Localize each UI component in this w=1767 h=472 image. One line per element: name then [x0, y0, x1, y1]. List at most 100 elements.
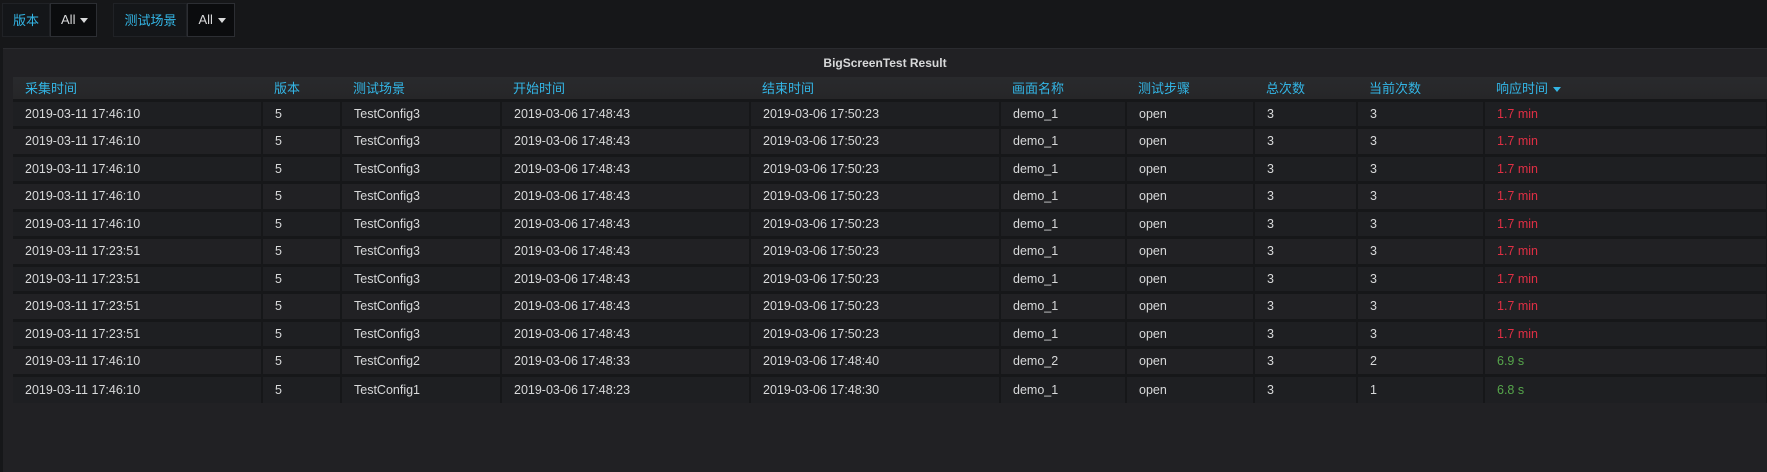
column-header-label: 结束时间: [762, 81, 815, 97]
table-cell: 3: [1254, 373, 1358, 403]
table-cell: 2019-03-06 17:48:23: [501, 373, 751, 403]
table-cell: 5: [262, 373, 342, 403]
table-cell: open: [1126, 208, 1255, 238]
panel-title[interactable]: BigScreenTest Result: [3, 49, 1767, 77]
table-cell: TestConfig3: [341, 153, 502, 183]
table-cell: 3: [1254, 208, 1358, 238]
table-cell: 1.7 min: [1484, 98, 1767, 128]
table-cell: 2019-03-06 17:48:30: [750, 373, 1001, 403]
table-cell: demo_1: [1000, 318, 1127, 348]
table-cell: 2019-03-11 17:46:10: [13, 98, 263, 128]
table-cell: 5: [262, 263, 342, 293]
table-cell: demo_1: [1000, 291, 1127, 320]
table-cell: 2019-03-06 17:50:23: [750, 236, 1001, 265]
table-cell: 1.7 min: [1484, 208, 1767, 238]
filter-version-label: 版本: [2, 3, 51, 37]
table-row: 2019-03-11 17:23:51 5 TestConfig3 2019-03-0…: [13, 236, 1767, 265]
chevron-down-icon: [217, 17, 226, 23]
table-cell: 1.7 min: [1484, 236, 1767, 265]
column-header[interactable]: 画面名称: [1000, 77, 1126, 101]
table-cell: 3: [1254, 346, 1358, 375]
table-cell: 2019-03-11 17:46:10: [13, 126, 263, 155]
table-cell: 5: [262, 208, 342, 238]
table-cell: demo_1: [1000, 263, 1127, 293]
table-cell: 5: [262, 291, 342, 320]
table-cell: 2019-03-06 17:48:43: [501, 291, 751, 320]
table-cell: 3: [1357, 126, 1485, 155]
table-cell: 2019-03-06 17:48:40: [750, 346, 1001, 375]
table-cell: demo_1: [1000, 153, 1127, 183]
table-cell: 5: [262, 236, 342, 265]
table-cell: TestConfig3: [341, 126, 502, 155]
column-header[interactable]: 版本: [262, 77, 341, 101]
table-cell: 2019-03-11 17:46:10: [13, 373, 263, 403]
table-cell: 2019-03-06 17:50:23: [750, 98, 1001, 128]
table-cell: 2019-03-06 17:50:23: [750, 263, 1001, 293]
table-cell: 3: [1357, 98, 1485, 128]
column-header[interactable]: 结束时间: [750, 77, 1000, 101]
table-cell: demo_1: [1000, 373, 1127, 403]
table-row: 2019-03-11 17:46:10 5 TestConfig2 2019-03-0…: [13, 346, 1767, 375]
column-header[interactable]: 测试步骤: [1126, 77, 1254, 101]
table-cell: 2019-03-06 17:48:43: [501, 98, 751, 128]
table-cell: TestConfig3: [341, 291, 502, 320]
table-cell: 3: [1357, 318, 1485, 348]
table-cell: 3: [1254, 181, 1358, 210]
table-cell: 1.7 min: [1484, 153, 1767, 183]
column-header[interactable]: 测试场景: [341, 77, 501, 101]
table-cell: 1: [1357, 373, 1485, 403]
table-cell: TestConfig3: [341, 263, 502, 293]
table-header-row: 采集时间 版本 测试场景 开始时间 结束时间 画面名称 测试步骤 总次数 当前次数 响应时间: [13, 77, 1767, 101]
table-cell: 3: [1254, 98, 1358, 128]
table-cell: 2019-03-06 17:50:23: [750, 181, 1001, 210]
table-cell: 1.7 min: [1484, 263, 1767, 293]
column-header-label: 版本: [274, 81, 301, 97]
table-cell: 2019-03-06 17:50:23: [750, 208, 1001, 238]
filter-scenario-label: 测试场景: [113, 3, 188, 37]
table-cell: 2019-03-11 17:46:10: [13, 153, 263, 183]
column-header[interactable]: 开始时间: [501, 77, 750, 101]
table-cell: open: [1126, 346, 1255, 375]
filter-scenario-dropdown[interactable]: All: [187, 3, 235, 37]
table-cell: 2019-03-06 17:50:23: [750, 291, 1001, 320]
table-cell: 5: [262, 181, 342, 210]
table-row: 2019-03-11 17:46:10 5 TestConfig3 2019-03-0…: [13, 181, 1767, 210]
table-cell: 1.7 min: [1484, 291, 1767, 320]
table-cell: 2019-03-06 17:48:33: [501, 346, 751, 375]
column-header[interactable]: 总次数: [1254, 77, 1357, 101]
table-cell: 2019-03-11 17:46:10: [13, 346, 263, 375]
table-cell: TestConfig1: [341, 373, 502, 403]
table-row: 2019-03-11 17:23:51 5 TestConfig3 2019-03-0…: [13, 291, 1767, 320]
table-cell: TestConfig3: [341, 318, 502, 348]
table-cell: TestConfig3: [341, 208, 502, 238]
result-table: 采集时间 版本 测试场景 开始时间 结束时间 画面名称 测试步骤 总次数 当前次数 响应时间 20…: [13, 77, 1767, 403]
table-cell: 2019-03-06 17:50:23: [750, 318, 1001, 348]
table-cell: demo_1: [1000, 98, 1127, 128]
sort-desc-icon: [1553, 87, 1562, 93]
table-cell: 2019-03-06 17:48:43: [501, 263, 751, 293]
table-cell: 3: [1357, 236, 1485, 265]
column-header-label: 当前次数: [1369, 81, 1422, 97]
table-cell: 1.7 min: [1484, 181, 1767, 210]
table-cell: 3: [1254, 318, 1358, 348]
table-cell: 3: [1254, 126, 1358, 155]
table-cell: 5: [262, 346, 342, 375]
table-cell: demo_1: [1000, 181, 1127, 210]
column-header[interactable]: 响应时间: [1484, 77, 1767, 101]
table-cell: open: [1126, 263, 1255, 293]
column-header[interactable]: 当前次数: [1357, 77, 1484, 101]
table-cell: open: [1126, 126, 1255, 155]
table-cell: 3: [1357, 181, 1485, 210]
table-cell: demo_2: [1000, 346, 1127, 375]
table-cell: 3: [1357, 291, 1485, 320]
table-cell: 3: [1254, 291, 1358, 320]
table-cell: 2019-03-06 17:48:43: [501, 181, 751, 210]
table-cell: 2019-03-06 17:50:23: [750, 153, 1001, 183]
filter-version-dropdown[interactable]: All: [50, 3, 98, 37]
table-row: 2019-03-11 17:23:51 5 TestConfig3 2019-03-0…: [13, 318, 1767, 348]
table-cell: 2019-03-11 17:46:10: [13, 181, 263, 210]
column-header[interactable]: 采集时间: [13, 77, 262, 101]
table-cell: demo_1: [1000, 236, 1127, 265]
table-cell: 3: [1357, 153, 1485, 183]
table-cell: 2019-03-06 17:50:23: [750, 126, 1001, 155]
